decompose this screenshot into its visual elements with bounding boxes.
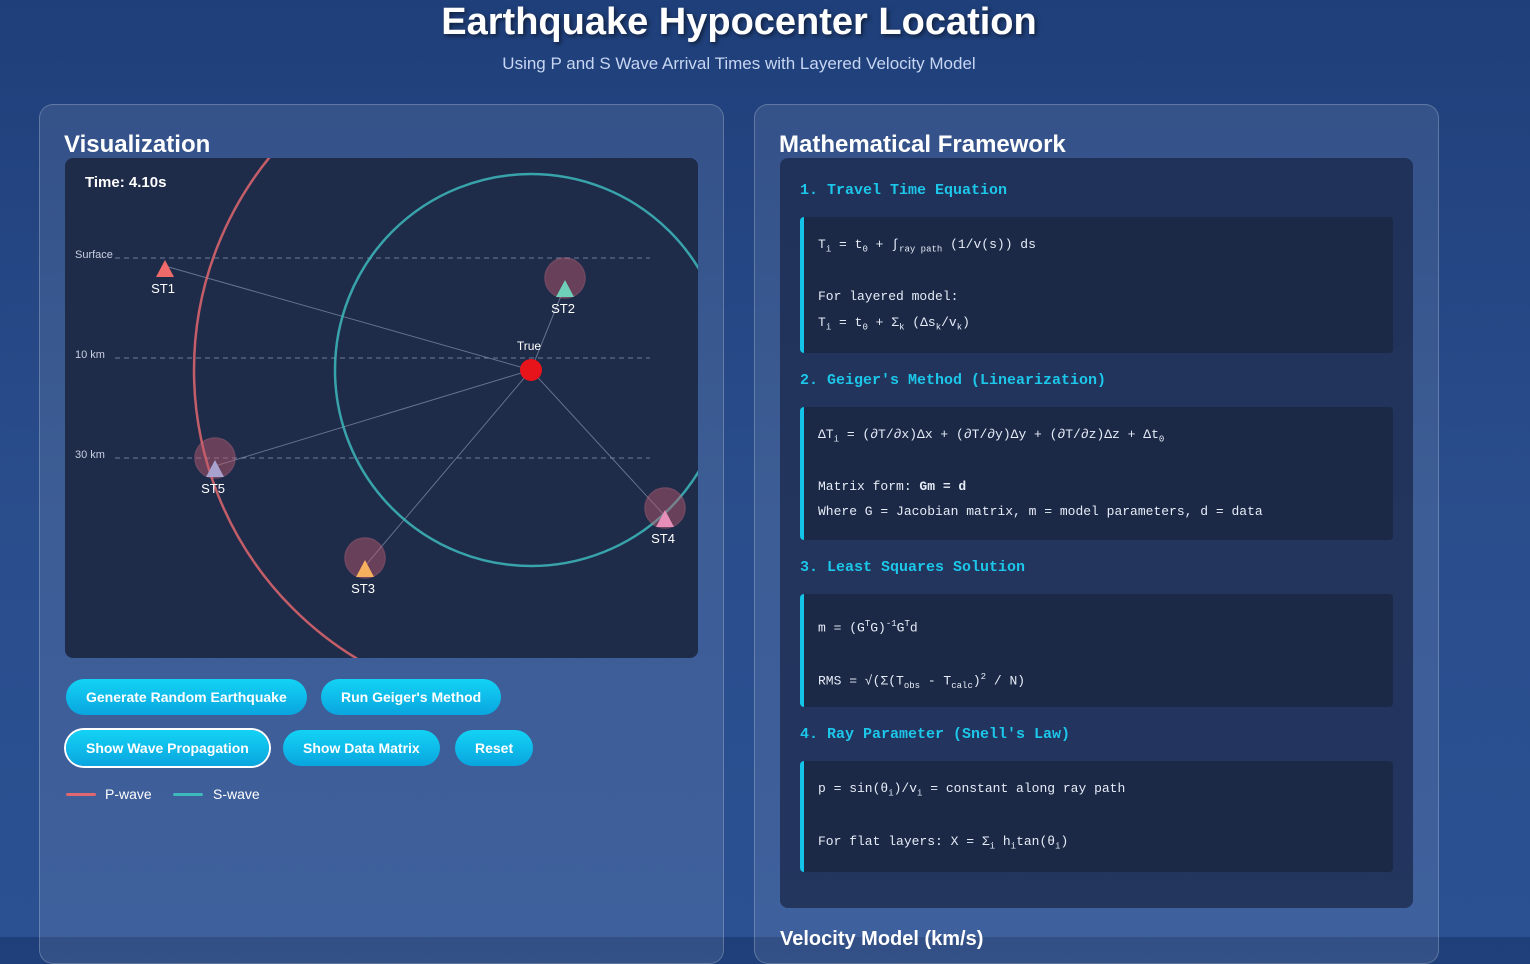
run-geiger-button[interactable]: Run Geiger's Method	[321, 679, 502, 715]
station-st3-label: ST3	[351, 581, 375, 596]
layered-model-equation: Ti = t0 + Σk (Δsk/vk)	[818, 315, 970, 333]
seismic-plot: Surface 10 km 30 km ST1 ST2 ST3 ST4 ST5 …	[75, 158, 698, 658]
section-least-squares-title: 3. Least Squares Solution	[800, 559, 1026, 576]
legend-p-wave-label: P-wave	[105, 786, 152, 802]
ray-parameter-suffix: = constant along ray path	[922, 781, 1126, 796]
station-st5-label: ST5	[201, 481, 225, 496]
s-wave-swatch	[173, 793, 203, 796]
ray-path-st5	[214, 369, 532, 467]
show-data-matrix-button[interactable]: Show Data Matrix	[283, 730, 440, 766]
ray-path-st3	[364, 369, 532, 567]
flat-layers-equation: For flat layers: X = Σi hitan(θi)	[818, 834, 1069, 852]
travel-time-equation-box: Ti = t0 + ∫ray path (1/v(s)) ds For laye…	[800, 217, 1393, 353]
station-st1-label: ST1	[151, 281, 175, 296]
depth-label-10km: 10 km	[75, 349, 105, 361]
matrix-form-equation: Gm = d	[919, 479, 967, 494]
page-subtitle: Using P and S Wave Arrival Times with La…	[502, 54, 976, 73]
s-wavefront	[333, 172, 698, 568]
generate-earthquake-button[interactable]: Generate Random Earthquake	[66, 679, 307, 715]
matrix-form-line: Matrix form: Gm = d	[818, 479, 966, 495]
ray-path-st2	[530, 285, 566, 371]
math-content: 1. Travel Time Equation Ti = t0 + ∫ray p…	[780, 158, 1413, 908]
true-hypocenter-marker	[520, 359, 542, 381]
ray-path-st1	[164, 265, 532, 371]
page-title: Earthquake Hypocenter Location	[441, 1, 1037, 43]
p-wavefront	[192, 158, 359, 658]
snell-law-box: p = sin(θi)/vi = constant along ray path…	[800, 761, 1393, 872]
visualization-canvas[interactable]: Surface 10 km 30 km ST1 ST2 ST3 ST4 ST5 …	[65, 158, 698, 658]
least-squares-box: m = (GTG)-1GTd RMS = √(Σ(Tobs - Tcalc)2 …	[800, 594, 1393, 707]
math-panel: Mathematical Framework 1. Travel Time Eq…	[754, 104, 1439, 964]
visualization-panel: Visualization Surface 10 km 30 km ST1 ST…	[39, 104, 724, 964]
ray-path-st4	[530, 369, 666, 517]
true-hypocenter-label: True	[517, 339, 542, 353]
math-heading: Mathematical Framework	[779, 131, 1066, 158]
section-snell-title: 4. Ray Parameter (Snell's Law)	[800, 726, 1071, 743]
matrix-form-prefix: Matrix form:	[818, 479, 920, 494]
rms-equation: RMS = √(Σ(Tobs - Tcalc)2 / N)	[818, 672, 1026, 691]
least-squares-equation: m = (GTG)-1GTd	[818, 619, 918, 636]
visualization-heading: Visualization	[64, 131, 211, 158]
travel-time-equation: Ti = t0 + ∫ray path (1/v(s)) ds	[818, 237, 1036, 255]
time-readout: Time: 4.10s	[85, 174, 166, 191]
legend-s-wave-label: S-wave	[213, 786, 260, 802]
section-geiger-title: 2. Geiger's Method (Linearization)	[800, 372, 1107, 389]
station-st1-marker[interactable]	[156, 260, 174, 277]
station-st4-label: ST4	[651, 531, 675, 546]
layered-model-label: For layered model:	[818, 289, 959, 304]
geiger-linearization-equation: ΔTi = (∂T/∂x)Δx + (∂T/∂y)Δy + (∂T/∂z)Δz …	[818, 427, 1165, 445]
reset-button[interactable]: Reset	[455, 730, 534, 766]
show-wave-propagation-button[interactable]: Show Wave Propagation	[66, 730, 269, 766]
depth-label-surface: Surface	[75, 249, 113, 261]
matrix-definitions: Where G = Jacobian matrix, m = model par…	[818, 504, 1263, 519]
p-wave-swatch	[66, 793, 96, 796]
ray-parameter-equation: p = sin(θi)/vi = constant along ray path	[818, 781, 1126, 799]
station-st2-label: ST2	[551, 301, 575, 316]
velocity-model-heading: Velocity Model (km/s)	[780, 928, 984, 950]
section-travel-time-title: 1. Travel Time Equation	[800, 182, 1008, 199]
geiger-equation-box: ΔTi = (∂T/∂x)Δx + (∂T/∂y)Δy + (∂T/∂z)Δz …	[800, 407, 1393, 540]
depth-label-30km: 30 km	[75, 449, 105, 461]
